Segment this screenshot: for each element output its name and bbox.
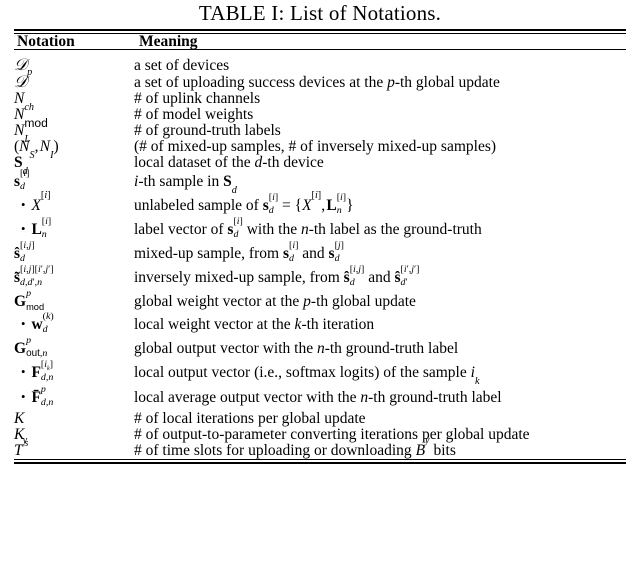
notations-table: Notation Meaning: [14, 33, 626, 50]
meaning-cell: (# of mixed-up samples, # of inversely m…: [134, 138, 497, 155]
notation-cell: Gpout,nout,n: [14, 335, 48, 359]
table-row: w(k)d(k) local weight vector at the k-th…: [14, 311, 626, 338]
notation-cell: s̃[i,j][i′,j′]d,d′,n[i,j][i′,j′]: [14, 264, 54, 288]
meaning-cell: local dataset of the d-th device: [134, 154, 324, 171]
notation-cell: Nch: [14, 90, 34, 114]
table-row: Nch # of uplink channels: [14, 90, 626, 114]
meaning-cell: a set of devices: [134, 57, 230, 74]
header-row: Notation Meaning: [14, 33, 626, 50]
table-row: F̄pd,nd,n local average output vector wi…: [14, 384, 626, 411]
notation-cell: 𝒟: [14, 55, 28, 74]
meaning-cell: label vector of s[i]d[i] with the n-th l…: [134, 216, 482, 240]
table-row: X[i] unlabeled sample of s[i]d[i] = {X[i…: [14, 190, 626, 219]
table-body: 𝒟 a set of devices 𝒟p a set of uploading…: [14, 50, 626, 459]
meaning-cell: global output vector with the n-th groun…: [134, 340, 459, 357]
table-row: Ty # of time slots for uploading or down…: [14, 435, 626, 459]
notation-cell: s[i]d[i]: [14, 168, 30, 192]
meaning-cell: local output vector (i.e., softmax logit…: [134, 364, 480, 388]
table-bottom-rule: [14, 459, 626, 464]
table-row: Ks # of output-to-parameter converting i…: [14, 426, 626, 450]
notation-cell: F̄pd,nd,n: [14, 384, 134, 411]
notation-cell: Gpmodmod: [14, 288, 45, 312]
table-row: NL # of ground-truth labels: [14, 122, 626, 145]
meaning-cell: inversely mixed-up sample, from ŝ[i,j]d[…: [134, 264, 420, 288]
meaning-cell: # of model weights: [134, 106, 254, 123]
meaning-cell: # of uplink channels: [134, 90, 261, 107]
column-header-notation: Notation: [17, 33, 75, 50]
notation-cell: F[ik]d,n[ik]: [14, 359, 134, 387]
table-row: 𝒟p a set of uploading success devices at…: [14, 67, 626, 91]
table-row: ŝ[i,j]d[i,j] mixed-up sample, from s[i]d…: [14, 240, 626, 267]
meaning-cell: # of output-to-parameter converting iter…: [134, 426, 530, 443]
notation-cell: (NS, NI): [14, 138, 59, 162]
table-caption: TABLE I: List of Notations.: [198, 1, 442, 25]
table-row: (NS, NI) (# of mixed-up samples, # of in…: [14, 138, 626, 162]
meaning-cell: mixed-up sample, from s[i]d[i] and s[j]d…: [134, 240, 344, 264]
table-row: Gpout,nout,n global output vector with t…: [14, 335, 626, 362]
table-header: Notation Meaning: [14, 33, 626, 50]
table-page: TABLE I: List of Notations. Notation Mea…: [0, 0, 640, 571]
table-row: 𝒟 a set of devices: [14, 50, 626, 74]
meaning-cell: unlabeled sample of s[i]d[i] = {X[i], L[…: [134, 190, 354, 216]
notation-cell: 𝒟p: [14, 67, 33, 91]
notation-cell: X[i]: [14, 191, 134, 219]
meaning-cell: # of time slots for uploading or downloa…: [134, 435, 456, 459]
table-row: s̃[i,j][i′,j′]d,d′,n[i,j][i′,j′] inverse…: [14, 264, 626, 291]
table-row: Sd local dataset of the d-th device: [14, 154, 626, 177]
column-header-meaning: Meaning: [139, 33, 198, 50]
meaning-cell: # of local iterations per global update: [134, 410, 366, 427]
table-row: Nmod # of model weights: [14, 106, 626, 129]
notations-body-table: 𝒟 a set of devices 𝒟p a set of uploading…: [14, 50, 626, 459]
meaning-cell: # of ground-truth labels: [134, 122, 281, 139]
meaning-cell: global weight vector at the p-th global …: [134, 293, 416, 310]
meaning-cell: local average output vector with the n-t…: [134, 389, 502, 406]
table-row: L[i]n[i] label vector of s[i]d[i] with t…: [14, 216, 626, 243]
notation-cell: K: [14, 410, 25, 427]
meaning-cell: a set of uploading success devices at th…: [134, 74, 500, 91]
notation-cell: Ty: [14, 435, 28, 459]
meaning-cell: i-th sample in Sd: [134, 173, 237, 197]
meaning-cell: local weight vector at the k-th iteratio…: [134, 316, 375, 333]
notation-cell: Ks: [14, 426, 29, 450]
table-row: F[ik]d,n[ik] local output vector (i.e., …: [14, 359, 626, 388]
table-row: Gpmodmod global weight vector at the p-t…: [14, 288, 626, 314]
table-row: K # of local iterations per global updat…: [14, 411, 626, 427]
